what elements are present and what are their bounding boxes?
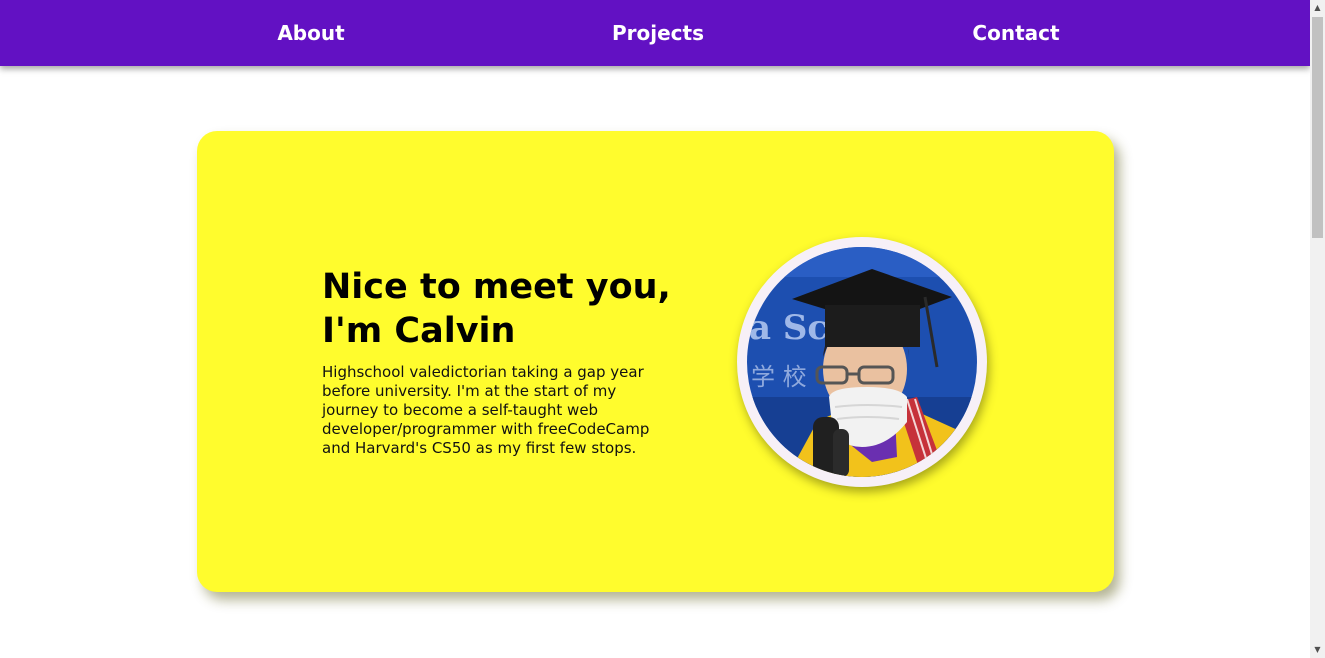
banner-text: a Sc — [749, 308, 828, 348]
nav-link-projects[interactable]: Projects — [612, 0, 704, 66]
graduate-illustration: a Sc 学 校 — [747, 247, 977, 477]
hero-title: Nice to meet you, I'm Calvin — [322, 267, 671, 351]
scroll-down-icon[interactable]: ▼ — [1310, 642, 1325, 658]
avatar-frame: a Sc 学 校 — [737, 237, 987, 487]
banner-glyphs: 学 校 — [751, 363, 807, 391]
page: About Projects Contact Nice to meet you,… — [0, 0, 1325, 658]
scrollbar-thumb[interactable] — [1312, 17, 1323, 238]
avatar-photo: a Sc 学 校 — [747, 247, 977, 477]
top-navbar: About Projects Contact — [0, 0, 1310, 66]
hero-card: Nice to meet you, I'm Calvin Highschool … — [197, 131, 1114, 592]
nav-link-about[interactable]: About — [277, 0, 344, 66]
scroll-up-icon[interactable]: ▲ — [1310, 0, 1325, 16]
vertical-scrollbar[interactable]: ▲ ▼ — [1310, 0, 1325, 658]
hero-text-block: Nice to meet you, I'm Calvin Highschool … — [322, 265, 692, 458]
nav-link-contact[interactable]: Contact — [972, 0, 1059, 66]
hero-description: Highschool valedictorian taking a gap ye… — [322, 363, 650, 457]
